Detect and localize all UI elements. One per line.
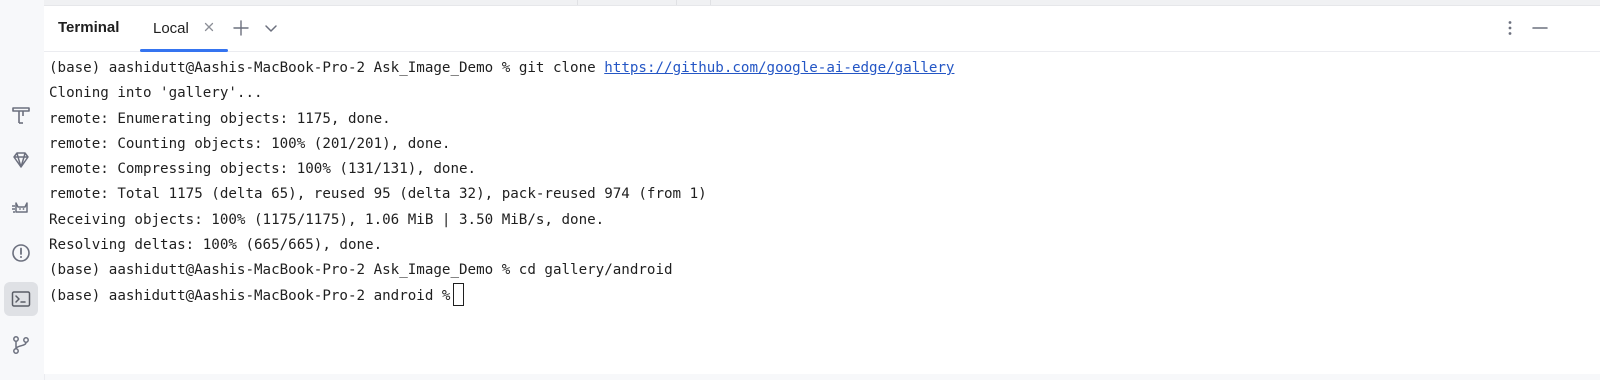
command-text: git clone (518, 60, 596, 76)
terminal-panel: Terminal Local (base) aashidutt@Aashis-M… (44, 6, 1600, 374)
cat-icon (12, 202, 28, 213)
build-tool-button[interactable] (4, 98, 38, 132)
git-branch-icon (13, 336, 29, 354)
tab-local[interactable]: Local (140, 6, 228, 52)
chevron-down-icon (265, 25, 277, 32)
new-tab-button[interactable] (231, 18, 251, 38)
current-prompt: (base) aashidutt@Aashis-MacBook-Pro-2 an… (49, 287, 451, 304)
more-vertical-icon (1508, 21, 1512, 35)
close-icon[interactable] (202, 20, 216, 34)
terminal-line: remote: Total 1175 (delta 65), reused 95… (49, 186, 707, 203)
terminal-line: Cloning into 'gallery'... (49, 85, 263, 102)
panel-title: Terminal (58, 19, 120, 36)
build-icon (12, 107, 30, 124)
active-tab-indicator (140, 49, 228, 52)
gem-icon (13, 152, 29, 168)
terminal-line: Receiving objects: 100% (1175/1175), 1.0… (49, 211, 605, 228)
options-button[interactable] (1500, 18, 1520, 38)
terminal-output[interactable]: (base) aashidutt@Aashis-MacBook-Pro-2 As… (49, 56, 1589, 356)
tab-label: Local (153, 20, 189, 37)
hide-panel-button[interactable] (1530, 18, 1550, 38)
terminal-icon (11, 291, 31, 307)
terminal-line: remote: Compressing objects: 100% (131/1… (49, 161, 477, 178)
git-tool-button[interactable] (4, 328, 38, 362)
ide-window: Terminal Local (base) aashidutt@Aashis-M… (0, 0, 1600, 380)
terminal-line: Resolving deltas: 100% (665/665), done. (49, 237, 383, 254)
tab-menu-button[interactable] (261, 18, 281, 38)
prompt-dir: Ask_Image_Demo (373, 60, 494, 76)
terminal-tool-button[interactable] (4, 282, 38, 316)
problems-icon (12, 244, 30, 262)
terminal-line: (base) aashidutt@Aashis-MacBook-Pro-2 As… (49, 262, 673, 279)
terminal-line: remote: Enumerating objects: 1175, done. (49, 110, 391, 127)
plus-icon (233, 20, 249, 36)
terminal-line: (base) aashidutt@Aashis-MacBook-Pro-2 As… (49, 60, 955, 76)
terminal-header: Terminal Local (44, 6, 1600, 52)
terminal-line: remote: Counting objects: 100% (201/201)… (49, 135, 451, 152)
text-cursor (453, 282, 465, 306)
minimize-icon (1532, 27, 1548, 29)
tool-window-strip (0, 0, 45, 380)
terminal-prompt-line[interactable]: (base) aashidutt@Aashis-MacBook-Pro-2 an… (49, 282, 1589, 309)
problems-tool-button[interactable] (4, 236, 38, 270)
logcat-tool-button[interactable] (4, 190, 38, 224)
repo-link[interactable]: https://github.com/google-ai-edge/galler… (604, 60, 954, 76)
gemini-tool-button[interactable] (4, 143, 38, 177)
prompt-user: (base) aashidutt@Aashis-MacBook-Pro-2 (49, 60, 366, 76)
